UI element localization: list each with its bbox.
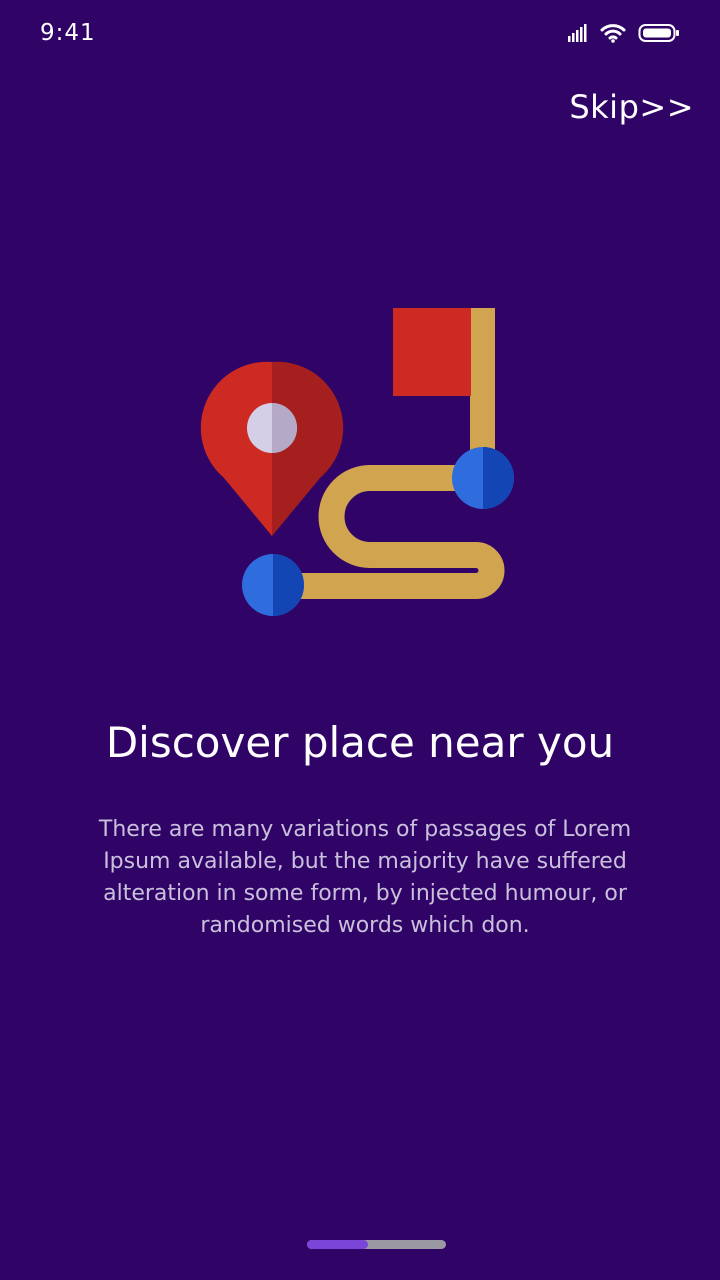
- status-time: 9:41: [40, 20, 96, 46]
- onboarding-title: Discover place near you: [105, 718, 615, 767]
- page-indicator-active: [307, 1240, 369, 1249]
- onboarding-description: There are many variations of passages of…: [98, 817, 632, 938]
- wifi-icon: [600, 23, 626, 47]
- map-route-icon: [200, 308, 514, 616]
- map-route-illustration: [200, 300, 530, 630]
- skip-button[interactable]: Skip>>: [569, 88, 694, 126]
- page-indicator: [307, 1240, 446, 1249]
- battery-icon: [638, 23, 680, 47]
- signal-icon: [568, 24, 588, 46]
- status-bar: 9:41: [0, 0, 720, 70]
- status-icons: [568, 22, 680, 48]
